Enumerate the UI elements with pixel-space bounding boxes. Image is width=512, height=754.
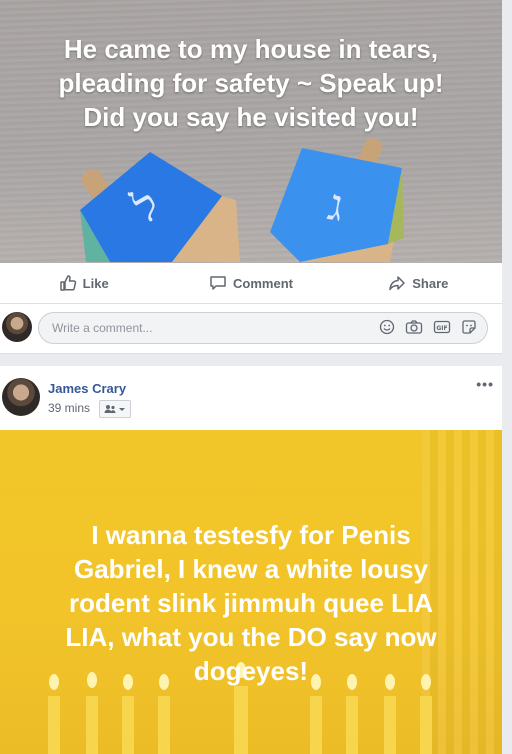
camera-icon[interactable] <box>405 319 423 335</box>
sticker-icon[interactable] <box>461 319 477 335</box>
comment-placeholder: Write a comment... <box>52 321 153 335</box>
like-button[interactable]: Like <box>0 274 167 292</box>
comment-input[interactable]: Write a comment... GIF <box>38 312 488 344</box>
gif-icon[interactable]: GIF <box>433 319 451 335</box>
thumbs-up-icon <box>59 275 76 291</box>
comment-composer: Write a comment... GIF <box>0 304 502 353</box>
post-action-bar: Like Comment Share <box>0 263 502 304</box>
banner-line: I wanna testesfy for Penis <box>91 520 411 550</box>
dreidel-left: ל <box>80 152 240 262</box>
share-arrow-icon <box>389 276 405 291</box>
banner-line: Did you say he visited you! <box>83 102 419 132</box>
post-card-1: ל ג He came to my house in tears, pleadi… <box>0 0 502 354</box>
banner-line: pleading for safety ~ Speak up! <box>58 68 444 98</box>
post-banner-image[interactable]: I wanna testesfy for Penis Gabriel, I kn… <box>0 430 502 754</box>
share-label: Share <box>412 275 449 291</box>
emoji-icon[interactable] <box>379 319 395 335</box>
speech-bubble-icon <box>210 276 226 290</box>
like-label: Like <box>82 275 109 291</box>
avatar[interactable] <box>2 312 32 342</box>
more-options-button[interactable]: ••• <box>476 376 494 392</box>
author-avatar[interactable] <box>2 378 40 416</box>
banner-line: dogeyes! <box>193 656 309 686</box>
audience-selector[interactable] <box>99 400 131 418</box>
post-banner-image[interactable]: ל ג He came to my house in tears, pleadi… <box>0 0 502 263</box>
post-card-2: James Crary 39 mins ••• I wanna testesfy… <box>0 366 502 754</box>
feed-scroll-gutter <box>502 0 512 754</box>
comment-button[interactable]: Comment <box>167 274 334 292</box>
dreidel-right: ג <box>270 138 404 262</box>
banner-line: rodent slink jimmuh quee LIA <box>68 588 434 618</box>
banner-line: He came to my house in tears, <box>63 34 439 64</box>
share-button[interactable]: Share <box>335 274 502 292</box>
banner-caption: He came to my house in tears, pleading f… <box>10 32 492 134</box>
author-name[interactable]: James Crary <box>48 381 126 396</box>
banner-line: Gabriel, I knew a white lousy <box>74 554 428 584</box>
comment-label: Comment <box>233 275 293 291</box>
friends-icon <box>104 405 125 413</box>
banner-caption: I wanna testesfy for Penis Gabriel, I kn… <box>20 518 482 688</box>
banner-line: LIA, what you the DO say now <box>65 622 437 652</box>
candles <box>48 686 432 754</box>
post-timestamp[interactable]: 39 mins <box>48 401 90 415</box>
comment-input-tools: GIF <box>379 319 477 335</box>
svg-text:GIF: GIF <box>436 325 447 332</box>
